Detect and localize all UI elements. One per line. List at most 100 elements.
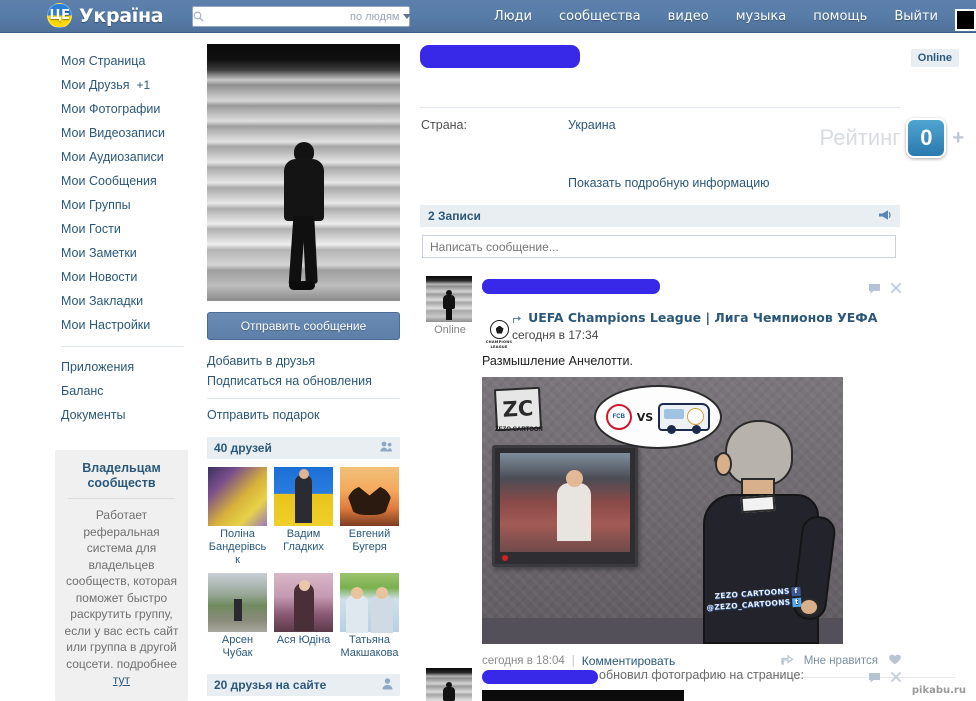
friend-avatar[interactable] [340, 573, 399, 633]
sidebar-item-my-news[interactable]: Мои Новости [0, 265, 196, 289]
person-icon [382, 677, 393, 693]
rating-value-chip[interactable]: 0 [906, 118, 947, 158]
comment-icon[interactable] [868, 282, 881, 297]
send-gift-link[interactable]: Отправить подарок [207, 405, 400, 425]
friend-name[interactable]: Евгений Бугеря [339, 528, 400, 554]
watermark: pikabu.ru [911, 685, 966, 696]
sidebar-friends-badge: +1 [136, 78, 151, 92]
nav-item-communities[interactable]: сообщества [559, 9, 641, 24]
cartoon-television [492, 445, 638, 567]
comment-link[interactable]: Комментировать [582, 654, 675, 668]
sidebar-item-my-settings[interactable]: Мои Настройки [0, 313, 196, 337]
friend-cell[interactable]: Ася Юдіна [273, 573, 334, 660]
sidebar-item-my-page[interactable]: Моя Страница [0, 49, 196, 73]
friend-cell[interactable]: Татьяна Макшакова [339, 573, 400, 660]
country-value[interactable]: Украина [568, 118, 616, 132]
site-logo[interactable]: ЦЕ Україна [47, 3, 164, 28]
friend-avatar[interactable] [340, 467, 399, 526]
sidebar-item-my-videos[interactable]: Мои Видеозаписи [0, 121, 196, 145]
friend-name[interactable]: Татьяна Макшакова [339, 634, 400, 660]
nav-item-people[interactable]: Люди [494, 9, 532, 24]
sidebar-item-my-notes[interactable]: Мои Заметки [0, 241, 196, 265]
friend-avatar[interactable] [208, 573, 267, 632]
promo-more-link[interactable]: тут [113, 673, 130, 687]
figure-leg-right [301, 215, 318, 284]
sidebar-item-label: Мои Видеозаписи [61, 126, 166, 140]
nav-item-help[interactable]: помощь [813, 9, 867, 24]
post-author-status: Online [434, 324, 466, 336]
friends-count-label: 40 друзей [214, 441, 272, 455]
subscribe-updates-link[interactable]: Подписаться на обновления [207, 371, 400, 391]
send-message-button[interactable]: Отправить сообщение [207, 312, 400, 340]
friends-online-section-header[interactable]: 20 друзья на сайте [207, 674, 400, 696]
friend-name[interactable]: Вадим Гладких [273, 528, 334, 554]
friend-name[interactable]: Ася Юдіна [273, 634, 334, 647]
post-footer-right: Мне нравится [781, 653, 902, 668]
post-action-text: обновил фотографию на странице: [599, 668, 804, 682]
sidebar-item-my-bookmarks[interactable]: Мои Закладки [0, 289, 196, 313]
cartoon-tv-power-led [502, 555, 508, 561]
wall-posts-count: 2 Записи [428, 209, 481, 223]
wall-composer-input[interactable] [422, 235, 896, 258]
friends-section-header[interactable]: 40 друзей [207, 437, 400, 459]
sidebar-divider [61, 346, 184, 347]
profile-main-photo[interactable] [207, 44, 400, 301]
wall-post: Online CHAMPIONS LEAGUE UEFA Champions L… [420, 276, 956, 678]
search-filter-dropdown[interactable]: по людям [346, 11, 418, 23]
add-friend-link[interactable]: Добавить в друзья [207, 351, 400, 371]
post-image-cartoon[interactable]: ZC ZEZO CARTOON FCB VS ZEZO CARTOONS f @… [482, 377, 843, 644]
sidebar-item-label: Мои Новости [61, 270, 138, 284]
post-image-photo[interactable] [482, 690, 684, 701]
sidebar-item-my-friends[interactable]: Мои Друзья +1 [0, 73, 196, 97]
friend-cell[interactable]: Арсен Чубак [207, 573, 268, 660]
search-box[interactable]: по людям [192, 6, 411, 27]
close-icon[interactable] [890, 281, 902, 297]
nav-item-video[interactable]: видео [668, 9, 709, 24]
logo-badge-icon: ЦЕ [47, 3, 72, 28]
sidebar-item-my-audio[interactable]: Мои Аудиозаписи [0, 145, 196, 169]
heart-icon[interactable] [888, 653, 902, 668]
post-author-avatar[interactable] [426, 668, 472, 701]
sidebar-item-my-groups[interactable]: Мои Группы [0, 193, 196, 217]
show-details-link[interactable]: Показать подробную информацию [568, 176, 770, 190]
sidebar-item-documents[interactable]: Документы [0, 403, 196, 427]
friend-cell[interactable]: Евгений Бугеря [339, 467, 400, 567]
friend-avatar[interactable] [274, 467, 333, 526]
sidebar-item-balance[interactable]: Баланс [0, 379, 196, 403]
sidebar-item-label: Баланс [61, 384, 104, 398]
nav-item-logout[interactable]: Выйти [894, 9, 938, 24]
share-icon[interactable] [781, 654, 794, 668]
friend-cell[interactable]: Вадим Гладких [273, 467, 334, 567]
cartoon-studio-caption: ZEZO CARTOON [495, 427, 543, 433]
sidebar-item-label: Мои Сообщения [61, 174, 157, 188]
like-label[interactable]: Мне нравится [804, 655, 878, 667]
promo-title: Владельцам сообществ [82, 461, 161, 490]
rating-plus-button[interactable]: + [952, 127, 964, 150]
search-input[interactable] [204, 8, 346, 25]
repost-icon [512, 313, 525, 325]
friend-avatar[interactable] [208, 467, 267, 526]
cartoon-man-ear [715, 452, 732, 476]
sidebar-item-my-photos[interactable]: Мои Фотографии [0, 97, 196, 121]
cartoon-man-hand [799, 598, 819, 616]
close-icon[interactable] [890, 670, 902, 686]
ucl-caption: CHAMPIONS [485, 339, 513, 344]
megaphone-icon[interactable] [878, 209, 892, 224]
friend-name[interactable]: Арсен Чубак [207, 634, 268, 660]
wall-header: 2 Записи [420, 205, 900, 227]
comment-icon[interactable] [868, 671, 881, 686]
top-header-bar: ЦЕ Україна по людям Люди сообщества виде… [0, 0, 976, 33]
post-timestamp: сегодня в 17:34 [512, 328, 599, 342]
friend-name[interactable]: Поліна Бандерівськ [207, 528, 268, 567]
header-user-avatar[interactable] [955, 9, 976, 31]
friend-cell[interactable]: Поліна Бандерівськ [207, 467, 268, 567]
sidebar-item-my-messages[interactable]: Мои Сообщения [0, 169, 196, 193]
rating-label: Рейтинг [819, 125, 901, 150]
sidebar-item-apps[interactable]: Приложения [0, 355, 196, 379]
main-column: Online Страна: Украина Рейтинг 0 + Показ… [412, 33, 976, 701]
friend-avatar[interactable] [274, 573, 333, 632]
post-source-name[interactable]: UEFA Champions League | Лига Чемпионов У… [528, 310, 877, 325]
sidebar-item-my-guests[interactable]: Мои Гости [0, 217, 196, 241]
nav-item-music[interactable]: музыка [736, 9, 787, 24]
post-author-avatar[interactable] [426, 276, 472, 322]
